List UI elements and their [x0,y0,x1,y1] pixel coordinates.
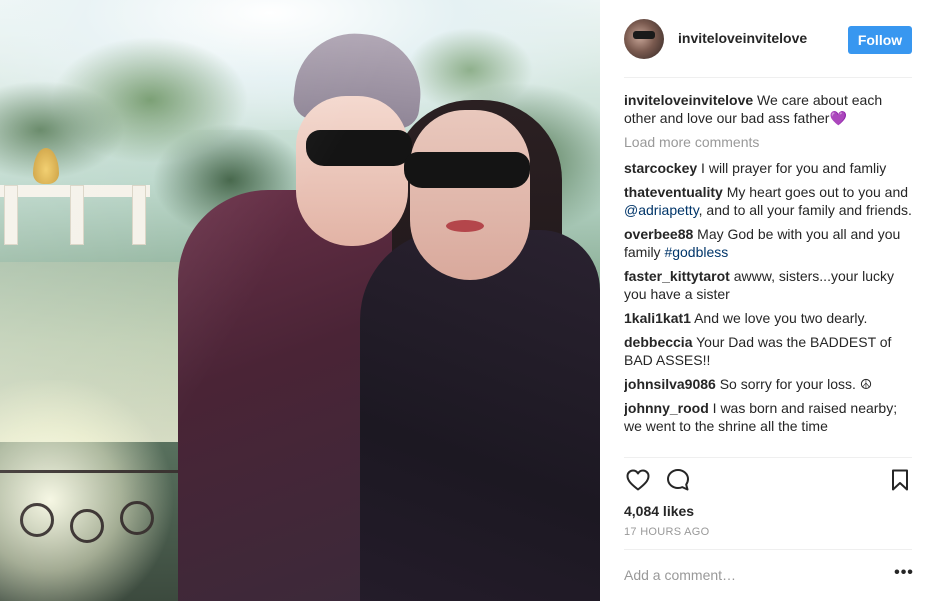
photo-light-haze [0,0,600,601]
comment-username[interactable]: faster_kittytarot [624,268,730,284]
comments-list[interactable]: inviteloveinvitelove We care about each … [624,91,914,453]
comment-username[interactable]: thateventuality [624,184,723,200]
action-bar [624,466,914,494]
follow-button[interactable]: Follow [848,26,912,54]
comment-username[interactable]: 1kali1kat1 [624,310,691,326]
comment-item: starcockey I will prayer for you and fam… [624,159,914,177]
comment-mention-link[interactable]: @adriapetty [624,202,699,218]
comment-text: I will prayer for you and famliy [697,160,887,176]
profile-avatar[interactable] [624,19,664,59]
post-timestamp[interactable]: 17 HOURS AGO [624,526,710,538]
comment-text: My heart goes out to you and [722,184,909,200]
actions-divider [624,457,912,458]
header-divider [624,77,912,78]
bookmark-icon[interactable] [886,466,914,494]
heart-icon[interactable] [624,466,652,494]
comment-username[interactable]: starcockey [624,160,697,176]
comment-text: And we love you two dearly. [690,310,868,326]
comment-item: johnny_rood I was born and raised nearby… [624,399,914,435]
load-more-comments-link[interactable]: Load more comments [624,133,914,151]
comment-item: overbee88 May God be with you all and yo… [624,225,914,261]
comment-bubble-icon[interactable] [664,466,692,494]
comment-item: debbeccia Your Dad was the BADDEST of BA… [624,333,914,369]
comment-hashtag-link[interactable]: #godbless [664,244,728,260]
add-comment-input[interactable] [624,566,874,584]
comment-text: , and to all your family and friends. [698,202,912,218]
comment-username[interactable]: overbee88 [624,226,693,242]
comment-box-divider [624,549,912,550]
comment-item: faster_kittytarot awww, sisters...your l… [624,267,914,303]
post-header: inviteloveinvitelove Follow [600,0,936,78]
caption: inviteloveinvitelove We care about each … [624,91,914,127]
comment-item: johnsilva9086 So sorry for your loss. ☮ [624,375,914,393]
caption-username[interactable]: inviteloveinvitelove [624,92,753,108]
header-username[interactable]: inviteloveinvitelove [678,30,807,46]
comment-item: thateventuality My heart goes out to you… [624,183,914,219]
post-photo[interactable] [0,0,600,601]
comment-item: 1kali1kat1 And we love you two dearly. [624,309,914,327]
comment-username[interactable]: debbeccia [624,334,692,350]
post-side-panel: inviteloveinvitelove Follow invitelovein… [600,0,936,601]
comment-text: So sorry for your loss. ☮ [715,376,873,392]
likes-count[interactable]: 4,084 likes [624,503,694,519]
comment-username[interactable]: johnny_rood [624,400,709,416]
comment-username[interactable]: johnsilva9086 [624,376,716,392]
more-options-button[interactable]: ••• [894,565,914,584]
